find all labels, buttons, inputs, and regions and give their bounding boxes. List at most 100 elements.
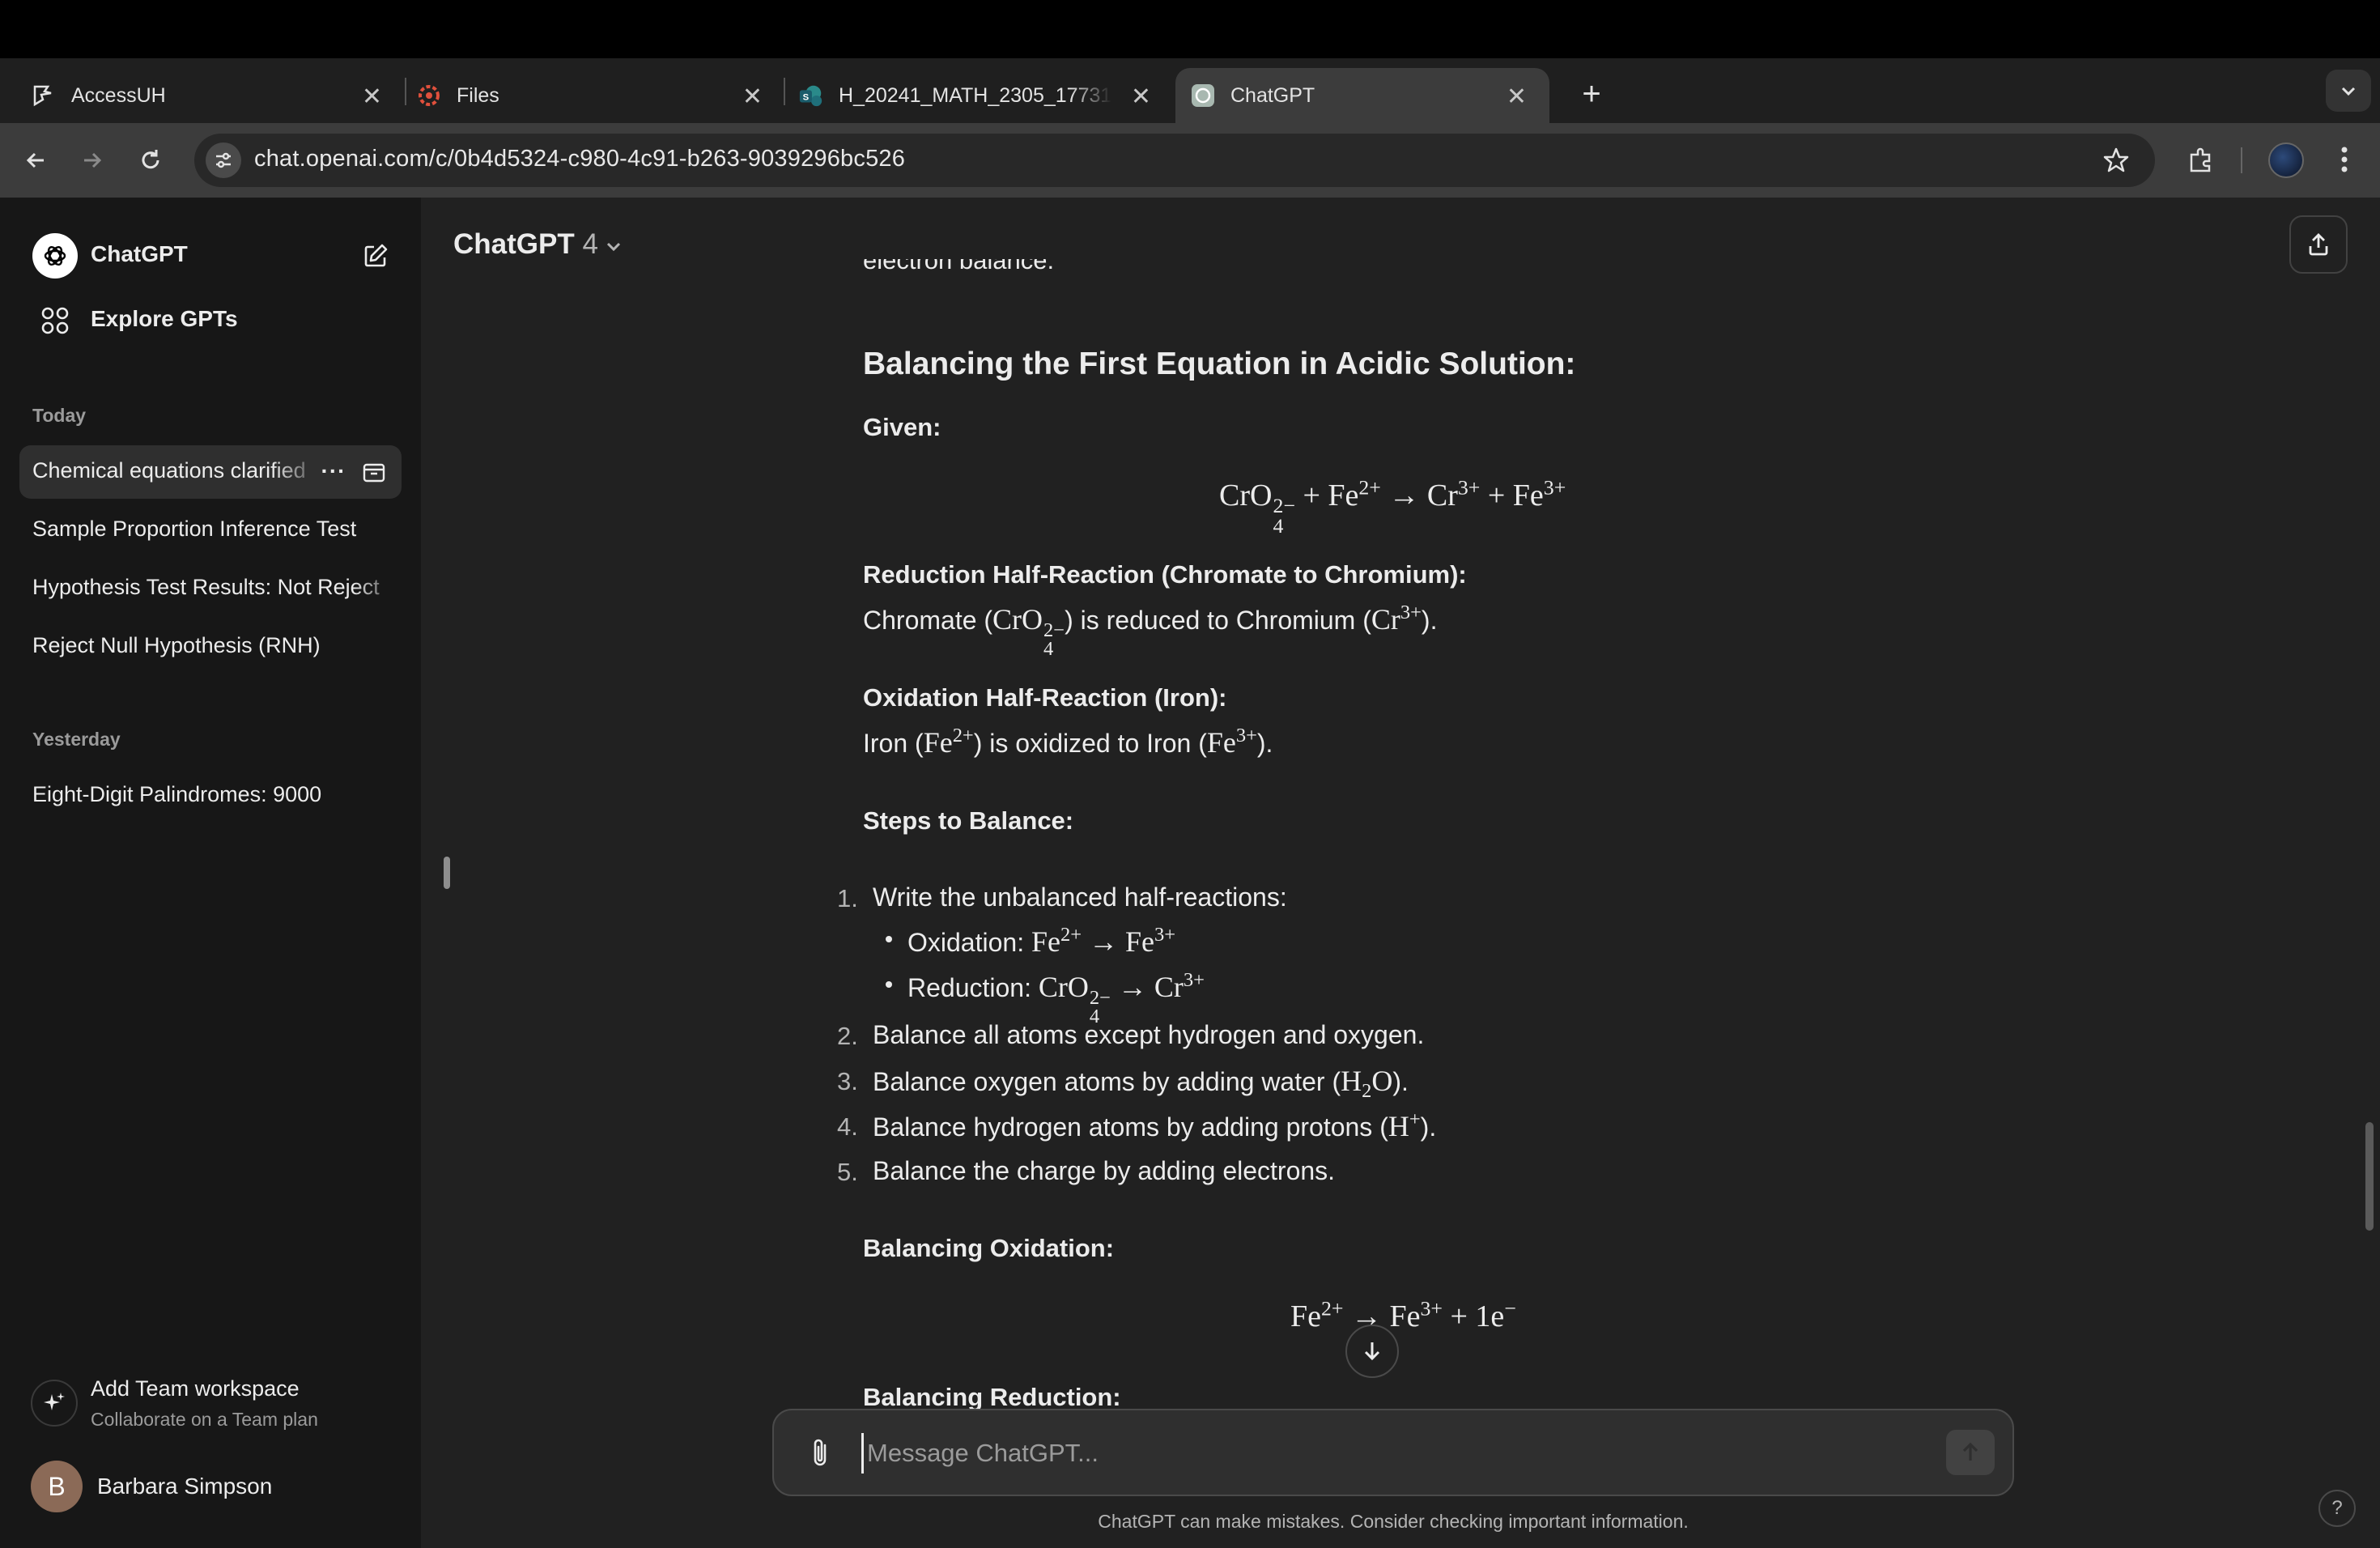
sidebar-app-title[interactable]: ChatGPT (91, 241, 188, 267)
bookmark-star-icon[interactable] (2098, 142, 2134, 178)
tab-chatgpt[interactable]: ChatGPT ✕ (1175, 68, 1549, 123)
explore-grid-icon (41, 307, 69, 334)
steps-label: Steps to Balance: (863, 806, 1074, 835)
chatgpt-icon (1190, 83, 1216, 108)
new-chat-button[interactable] (356, 236, 395, 275)
files-icon (416, 83, 442, 108)
share-button[interactable] (2289, 215, 2348, 274)
list-number: 5. (837, 1158, 858, 1186)
disclaimer-text: ChatGPT can make mistakes. Consider chec… (1098, 1511, 1689, 1532)
chat-title: Sample Proportion Inference Test (32, 517, 357, 541)
sparkle-icon[interactable] (31, 1380, 78, 1427)
extensions-icon[interactable] (2181, 139, 2221, 180)
attach-file-button[interactable] (800, 1433, 840, 1474)
tab-files[interactable]: Files ✕ (405, 68, 785, 123)
browser-menu-button[interactable] (2328, 139, 2361, 180)
tab-sharepoint[interactable]: S H_20241_MATH_2305_17731 ✕ (785, 68, 1174, 123)
chat-history-item[interactable]: Hypothesis Test Results: Not Reject (19, 562, 402, 615)
forward-button[interactable] (70, 138, 115, 183)
chat-title: Chemical equations clarified (32, 458, 306, 483)
user-name[interactable]: Barbara Simpson (97, 1474, 272, 1499)
list-number: 3. (837, 1067, 858, 1095)
new-tab-button[interactable]: + (1569, 71, 1614, 117)
send-button[interactable] (1946, 1430, 1995, 1475)
reload-button[interactable] (128, 138, 173, 183)
list-item: Balance the charge by adding electrons. (873, 1156, 1336, 1185)
oxidation-label: Oxidation Half-Reaction (Iron): (863, 683, 1227, 712)
bullet (886, 981, 892, 988)
chevron-down-icon (2341, 87, 2356, 96)
back-arrow-icon (26, 152, 44, 168)
section-yesterday-label: Yesterday (32, 729, 121, 750)
chat-main-area (421, 198, 2380, 1548)
model-selector[interactable]: ChatGPT 4 (453, 228, 598, 261)
sidebar-item-explore-gpts[interactable]: Explore GPTs (91, 306, 238, 332)
list-item: Balance hydrogen atoms by adding protons… (873, 1108, 1437, 1142)
model-version: 4 (582, 228, 598, 260)
oxidation-text: Iron (Fe2+) is oxidized to Iron (Fe3+). (863, 725, 1273, 759)
list-number: 4. (837, 1112, 858, 1141)
section-today-label: Today (32, 405, 87, 426)
user-avatar[interactable]: B (31, 1461, 83, 1512)
add-team-workspace-button[interactable]: Add Team workspace (91, 1376, 300, 1401)
forward-arrow-icon (84, 152, 102, 168)
profile-avatar[interactable] (2268, 142, 2304, 178)
model-name: ChatGPT (453, 228, 575, 260)
reload-icon (142, 150, 159, 169)
chat-options-icon[interactable]: ··· (317, 455, 350, 487)
message-input[interactable] (861, 1433, 1914, 1474)
url-text[interactable]: chat.openai.com/c/0b4d5324-c980-4c91-b26… (254, 146, 905, 172)
close-icon[interactable]: ✕ (1507, 83, 1527, 111)
tab-search-button[interactable] (2326, 70, 2371, 112)
sidebar (0, 198, 421, 1548)
arrow-down-icon (1364, 1342, 1380, 1361)
balancing-reduction-label: Balancing Reduction: (863, 1383, 1121, 1411)
arrow-up-icon (1962, 1442, 1978, 1461)
tab-label: ChatGPT (1230, 83, 1315, 107)
reduction-label: Reduction Half-Reaction (Chromate to Chr… (863, 560, 1467, 589)
chat-history-item[interactable]: Reject Null Hypothesis (RNH) (19, 620, 402, 674)
close-icon[interactable]: ✕ (1131, 83, 1151, 111)
list-number: 2. (837, 1022, 858, 1050)
chat-title: Reject Null Hypothesis (RNH) (32, 633, 321, 657)
toolbar-separator (2241, 147, 2242, 173)
chevron-down-icon[interactable] (604, 236, 623, 256)
paperclip-icon (814, 1439, 827, 1466)
clipped-text: electron balance. (863, 259, 1055, 274)
window-top-bar (0, 0, 2380, 58)
close-icon[interactable]: ✕ (742, 83, 763, 111)
sidebar-resize-handle[interactable] (444, 857, 450, 889)
list-number: 1. (837, 884, 858, 912)
given-equation: CrO 2− 4 + Fe2+ → Cr3+ + Fe3+ (1219, 475, 1566, 538)
team-plan-subtitle: Collaborate on a Team plan (91, 1409, 318, 1430)
share-icon (2309, 233, 2328, 256)
tab-label: H_20241_MATH_2305_17731 (839, 83, 1112, 107)
scrollbar-thumb[interactable] (2365, 1122, 2374, 1231)
tab-label: AccessUH (71, 83, 166, 107)
svg-text:S: S (803, 93, 810, 103)
list-item: Write the unbalanced half-reactions: (873, 882, 1287, 912)
close-icon[interactable]: ✕ (362, 83, 382, 111)
help-button[interactable]: ? (2318, 1490, 2356, 1527)
accessuh-icon (31, 83, 57, 108)
sub-list-item: Oxidation: Fe2+ → Fe3+ (907, 924, 1176, 958)
oxidation-equation: Fe2+ → Fe3+ + 1e− (1290, 1296, 1516, 1333)
more-vertical-icon (2341, 147, 2348, 172)
back-button[interactable] (13, 138, 58, 183)
bullet (886, 936, 892, 942)
sharepoint-icon: S (798, 83, 824, 108)
tab-accessuh[interactable]: AccessUH ✕ (16, 68, 405, 123)
chat-history-item[interactable]: Eight-Digit Palindromes: 9000 (19, 769, 402, 823)
list-item: Balance oxygen atoms by adding water (H2… (873, 1065, 1409, 1103)
given-label: Given: (863, 413, 941, 441)
chatgpt-logo-icon[interactable] (32, 233, 78, 279)
site-settings-icon[interactable] (206, 142, 241, 178)
chat-title: Hypothesis Test Results: Not Reject (32, 575, 380, 599)
balancing-oxidation-label: Balancing Oxidation: (863, 1234, 1115, 1262)
tab-label: Files (457, 83, 499, 107)
archive-icon[interactable] (358, 457, 390, 489)
scroll-to-bottom-button[interactable] (1345, 1325, 1399, 1378)
chat-history-item[interactable]: Sample Proportion Inference Test (19, 504, 402, 557)
edit-icon (364, 244, 388, 267)
chat-title: Eight-Digit Palindromes: 9000 (32, 782, 322, 806)
